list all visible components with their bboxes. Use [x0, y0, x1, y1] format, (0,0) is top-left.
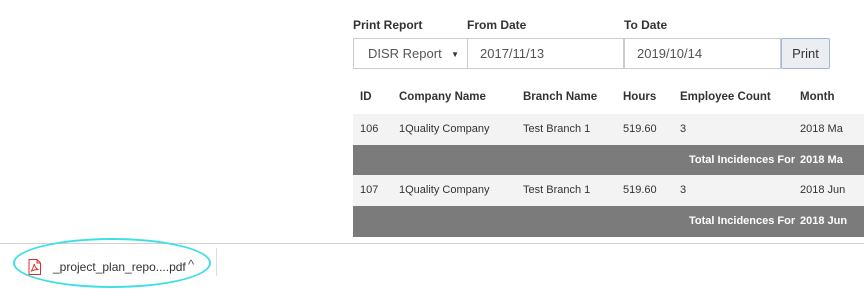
cell-hours: 519.60: [623, 123, 657, 135]
column-header-branch[interactable]: Branch Name: [523, 82, 597, 113]
print-button[interactable]: Print: [781, 38, 830, 69]
cell-branch: Test Branch 1: [523, 184, 591, 196]
cell-employee-count: 3: [680, 123, 687, 135]
from-date-value: 2017/11/13: [480, 46, 545, 61]
print-report-label: Print Report: [353, 18, 423, 32]
cell-month: 2018 Ma: [800, 123, 843, 135]
cell-company: 1Quality Company: [399, 184, 490, 196]
report-filter-bar: Print Report From Date To Date DISR Repo…: [353, 0, 864, 80]
column-header-hours[interactable]: Hours: [623, 82, 656, 113]
table-row: 107 1Quality Company Test Branch 1 519.6…: [353, 175, 864, 206]
from-date-input[interactable]: 2017/11/13: [467, 38, 624, 69]
total-month: 2018 Jun: [800, 215, 848, 227]
total-row: Total Incidences For 2018 Jun: [353, 206, 864, 237]
cell-employee-count: 3: [680, 184, 687, 196]
download-separator: [216, 248, 217, 276]
column-header-company[interactable]: Company Name: [399, 82, 486, 113]
download-item[interactable]: _project_plan_repo....pdf ^: [20, 253, 216, 283]
dropdown-caret-icon: ▼: [451, 50, 459, 59]
download-bar: _project_plan_repo....pdf ^: [0, 243, 864, 303]
pdf-file-icon: [28, 259, 41, 275]
report-table: ID Company Name Branch Name Hours Employ…: [353, 82, 864, 238]
download-file-name: _project_plan_repo....pdf: [53, 260, 186, 274]
cell-hours: 519.60: [623, 184, 657, 196]
column-header-month[interactable]: Month: [800, 82, 834, 113]
cell-company: 1Quality Company: [399, 123, 490, 135]
cell-id: 106: [360, 123, 379, 135]
from-date-label: From Date: [467, 18, 527, 32]
column-header-id[interactable]: ID: [360, 82, 372, 113]
to-date-label: To Date: [624, 18, 668, 32]
cell-id: 107: [360, 184, 379, 196]
table-row: 106 1Quality Company Test Branch 1 519.6…: [353, 114, 864, 145]
cell-branch: Test Branch 1: [523, 123, 591, 135]
chevron-up-icon[interactable]: ^: [188, 257, 194, 272]
table-header-row: ID Company Name Branch Name Hours Employ…: [353, 82, 864, 113]
total-month: 2018 Ma: [800, 154, 843, 166]
report-type-value: DISR Report: [368, 46, 442, 61]
total-label: Total Incidences For: [689, 215, 796, 227]
to-date-input[interactable]: 2019/10/14: [624, 38, 781, 69]
total-label: Total Incidences For: [689, 154, 796, 166]
total-row: Total Incidences For 2018 Ma: [353, 145, 864, 176]
to-date-value: 2019/10/14: [637, 46, 703, 61]
cell-month: 2018 Jun: [800, 184, 846, 196]
report-type-select[interactable]: DISR Report ▼: [353, 38, 468, 69]
column-header-employee-count[interactable]: Employee Count: [680, 82, 771, 113]
